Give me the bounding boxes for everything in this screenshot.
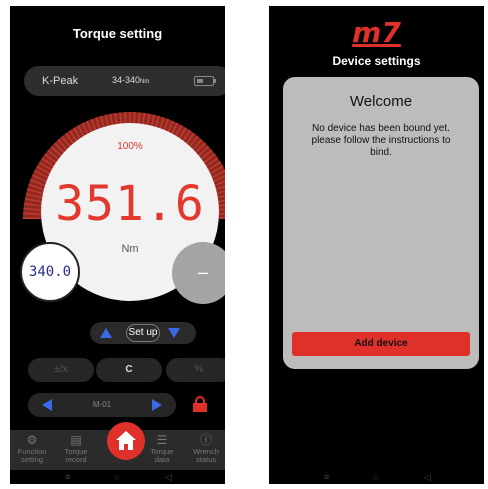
set-value-display[interactable]: 340.0 [20,242,80,302]
page-title: Device settings [332,54,421,68]
tab-label: setting [20,455,44,464]
minus-button[interactable]: – [172,242,225,304]
tab-torque-record[interactable]: ▤ Torque record [54,433,98,464]
tab-label: status [195,455,216,464]
tab-function-setting[interactable]: ⚙ Function setting [10,433,54,464]
setup-button[interactable]: Set up [126,324,160,342]
percent-label: 100% [117,141,143,152]
brand-logo: m7 [352,16,401,49]
back-icon[interactable]: ◁ [424,472,431,483]
info-icon: ⓘ [199,433,212,447]
message-line: please follow the instructions to [311,135,451,146]
tab-label: record [65,455,87,464]
range-value: 34-340 [112,75,141,85]
triangle-up-icon[interactable] [100,328,112,338]
tab-wrench-status[interactable]: ⓘ Wrench status [184,433,225,464]
welcome-card: Welcome No device has been bound yet. pl… [283,77,479,369]
message-line: bind. [370,147,392,158]
menu-icon[interactable]: ≡ [65,472,70,482]
gear-icon: ⚙ [26,433,38,447]
percent-button[interactable]: % [166,358,225,382]
add-device-button[interactable]: Add device [292,332,470,356]
device-settings-screen: m7 Device settings Welcome No device has… [269,6,484,484]
range-unit: Nm [140,79,150,85]
tab-torque-data[interactable]: ☰ Torque data [140,433,184,464]
lock-icon[interactable] [193,396,207,412]
battery-icon [194,76,216,86]
sliders-icon: ☰ [156,433,168,447]
welcome-heading: Welcome [349,93,413,110]
welcome-message: No device has been bound yet. please fol… [293,123,469,159]
range-label: 34-340Nm [112,75,149,85]
clear-button[interactable]: C [96,358,162,382]
torque-setting-screen: Torque setting K-Peak 34-340Nm 100% 351.… [10,6,225,484]
setup-control: Set up [90,322,196,344]
torque-reading: 351.6 [55,176,205,232]
tab-label: data [154,455,170,464]
toggle-sign-button[interactable]: ±/x [28,358,94,382]
back-icon[interactable]: ◁ [165,472,172,483]
record-icon: ▤ [70,433,82,447]
mode-bar[interactable]: K-Peak 34-340Nm [24,66,225,96]
menu-icon[interactable]: ≡ [324,472,329,482]
home-nav-icon[interactable]: ○ [373,472,378,482]
page-title: Torque setting [72,26,163,41]
system-nav-bar: ≡ ○ ◁ [269,470,484,484]
home-nav-icon[interactable]: ○ [114,472,119,482]
triangle-down-icon[interactable] [168,328,180,338]
system-nav-bar: ≡ ○ ◁ [10,470,225,484]
home-button[interactable] [107,422,145,460]
message-line: No device has been bound yet. [312,123,450,134]
mode-label: K-Peak [42,75,79,87]
triangle-right-icon[interactable] [152,399,162,411]
memory-selector: M-01 [28,393,176,417]
